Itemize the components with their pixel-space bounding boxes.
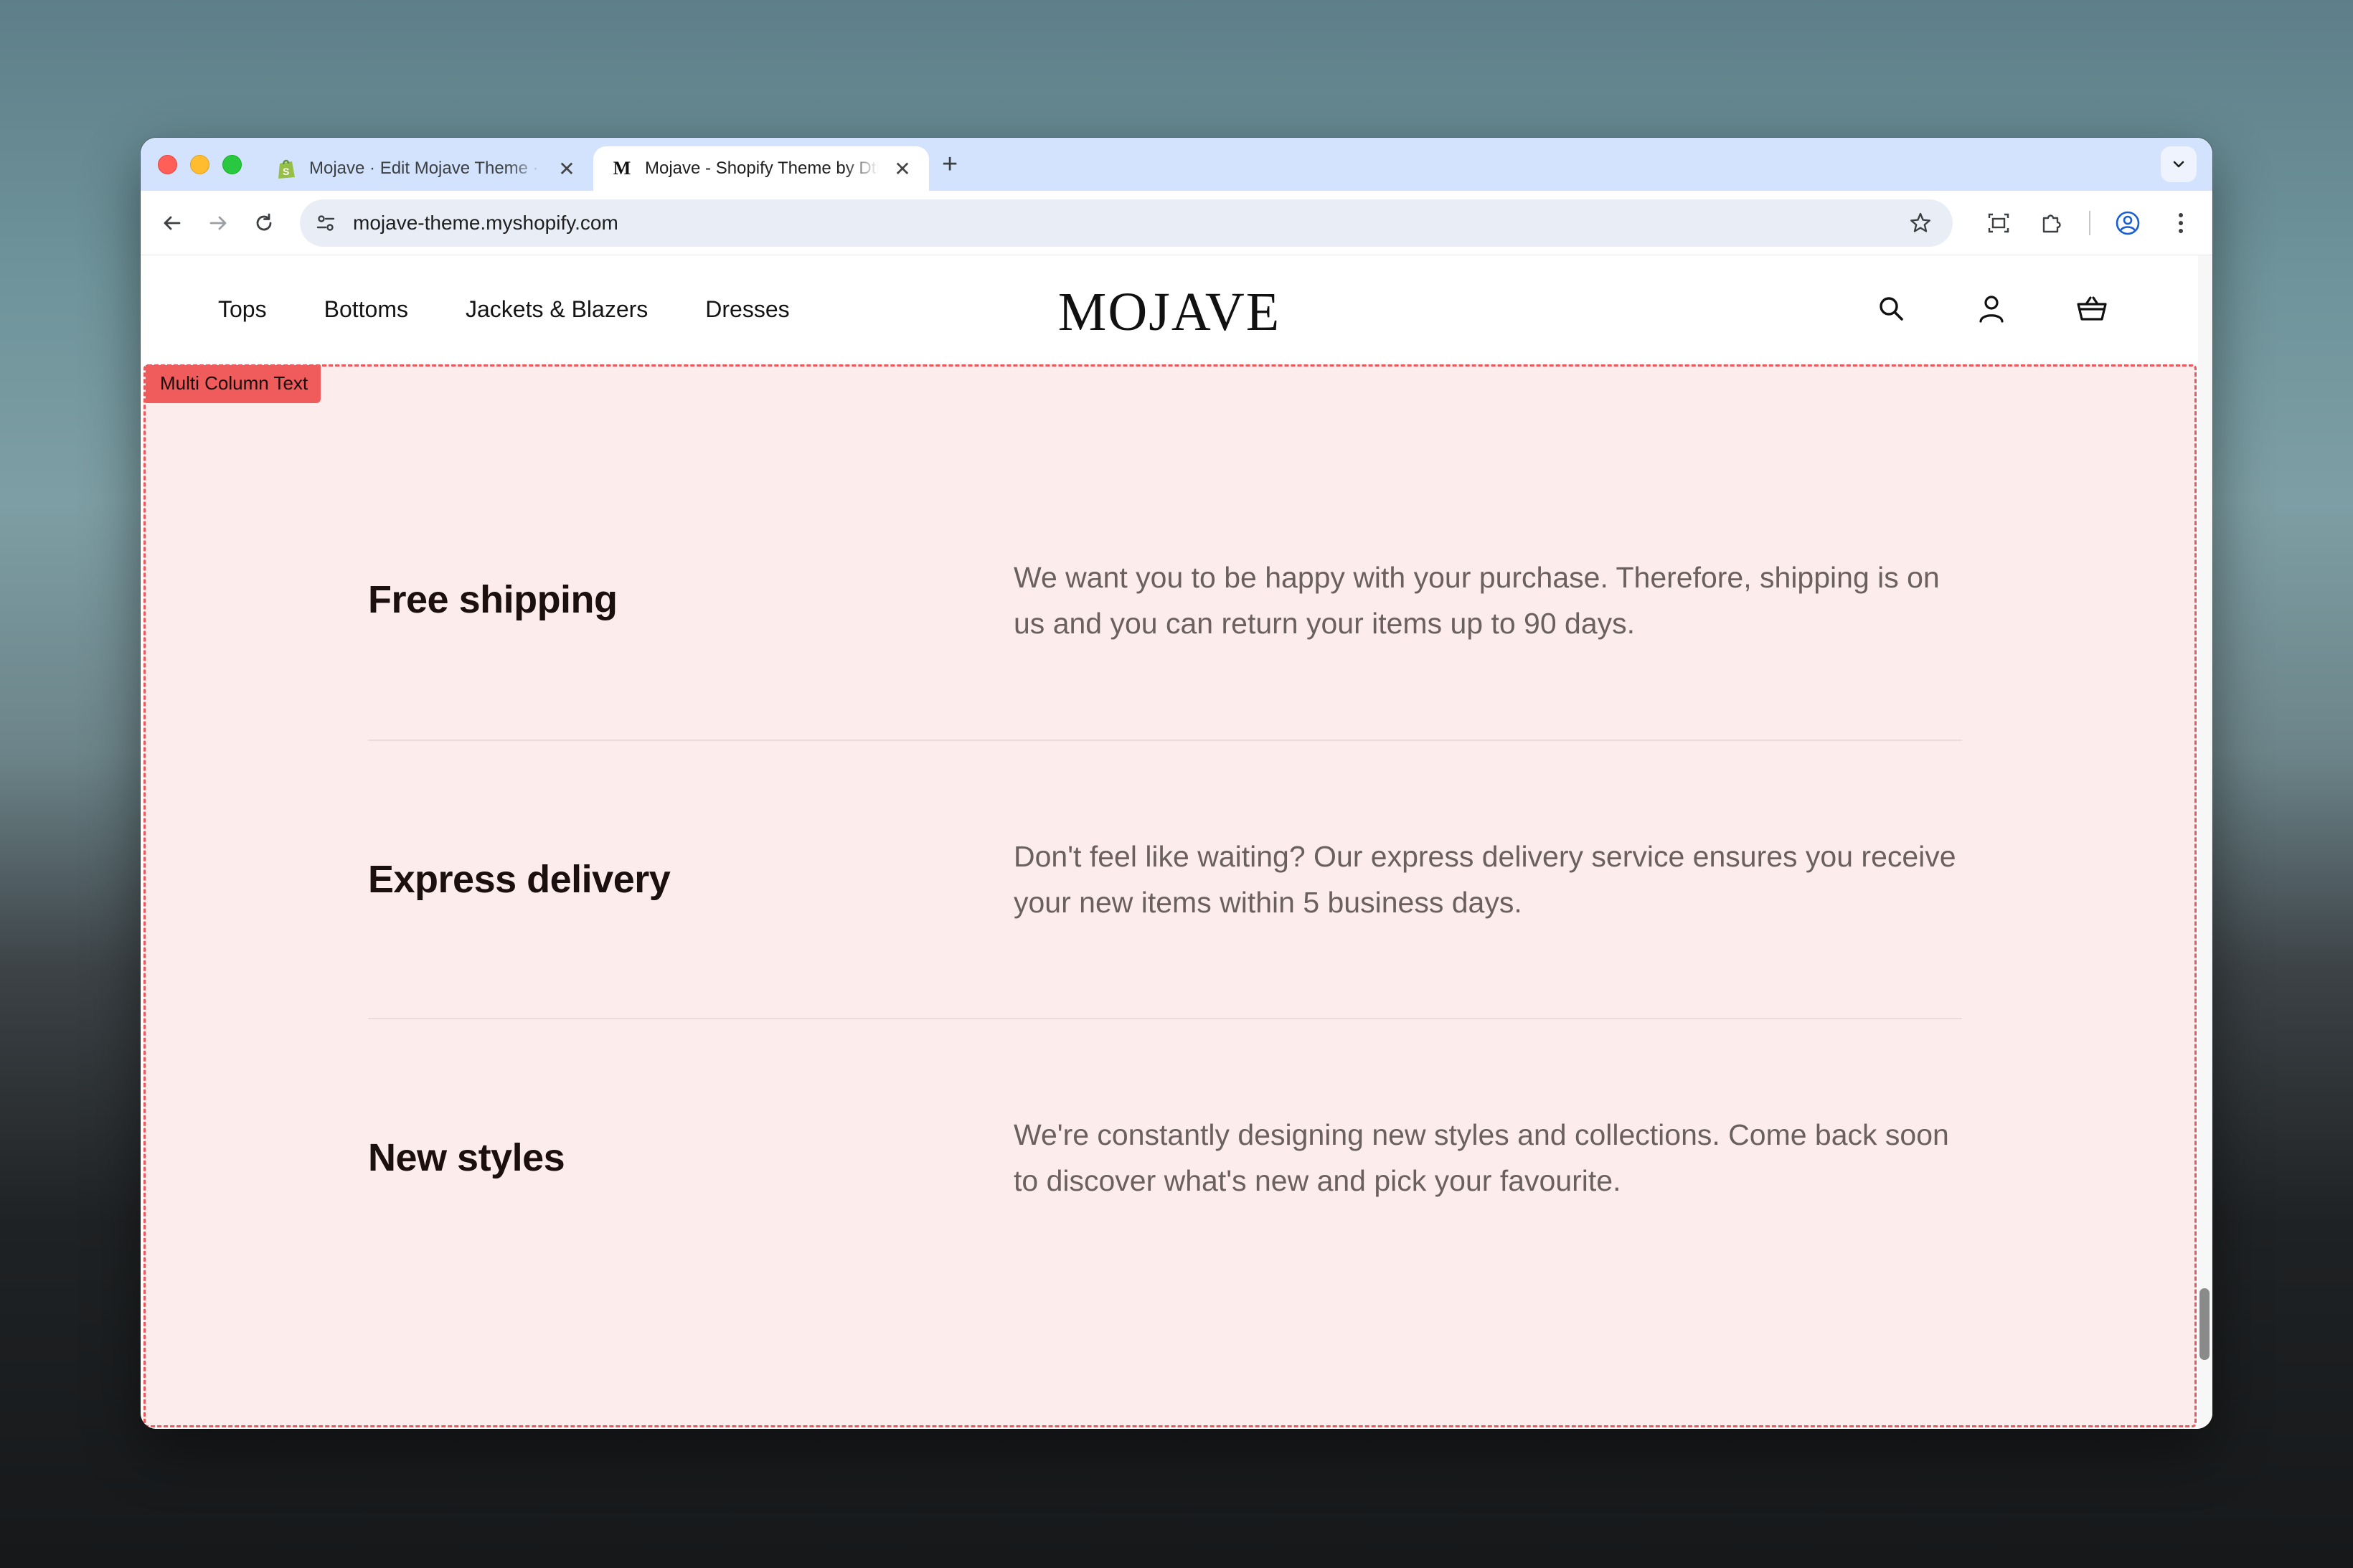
tab-storefront[interactable]: M Mojave - Shopify Theme by Dtheme ✕: [593, 146, 929, 191]
tab-title: Mojave · Edit Mojave Theme · Shopify: [309, 159, 543, 178]
feature-text: We're constantly designing new styles an…: [1014, 1118, 1949, 1197]
tab-editor[interactable]: S Mojave · Edit Mojave Theme · Shopify ✕: [258, 146, 593, 191]
chevron-down-icon: [2173, 161, 2184, 168]
account-icon: [1979, 296, 2004, 323]
account-button[interactable]: [1971, 288, 2012, 329]
window-controls: [158, 154, 242, 174]
back-button[interactable]: [149, 200, 195, 246]
new-tab-icon[interactable]: +: [942, 149, 958, 180]
scrollbar-thumb[interactable]: [2199, 1288, 2210, 1360]
browser-menu-button[interactable]: [2158, 200, 2204, 246]
feature-rows: Free shipping We want you to be happy wi…: [368, 532, 1962, 1296]
bookmark-star-icon[interactable]: [1908, 211, 1933, 235]
feature-title: Free shipping: [368, 578, 618, 621]
feature-row: Free shipping We want you to be happy wi…: [368, 532, 1962, 740]
screen-capture-button[interactable]: [1976, 200, 2022, 246]
tab-search-button[interactable]: [2161, 146, 2197, 182]
scroll-track[interactable]: [2198, 255, 2212, 1429]
nav-link-dresses[interactable]: Dresses: [705, 296, 789, 323]
close-window-button[interactable]: [158, 154, 177, 174]
tab-strip: S Mojave · Edit Mojave Theme · Shopify ✕…: [141, 138, 2212, 191]
search-icon: [1880, 297, 1903, 321]
close-tab-icon[interactable]: ✕: [556, 157, 577, 181]
toolbar-divider: [2089, 210, 2090, 235]
extensions-button[interactable]: [2029, 200, 2075, 246]
feature-text: We want you to be happy with your purcha…: [1014, 561, 1940, 640]
svg-text:S: S: [283, 166, 289, 177]
nav-link-tops[interactable]: Tops: [218, 296, 267, 323]
close-tab-icon[interactable]: ✕: [892, 157, 913, 181]
minimize-window-button[interactable]: [190, 154, 209, 174]
url-text: mojave-theme.myshopify.com: [353, 211, 618, 234]
profile-button[interactable]: [2105, 200, 2151, 246]
forward-button[interactable]: [195, 200, 241, 246]
browser-window: S Mojave · Edit Mojave Theme · Shopify ✕…: [141, 138, 2212, 1429]
maximize-window-button[interactable]: [222, 154, 242, 174]
toolbar-actions: [1967, 200, 2204, 246]
address-bar[interactable]: mojave-theme.myshopify.com: [300, 199, 1953, 247]
browser-toolbar: mojave-theme.myshopify.com: [141, 191, 2212, 255]
more-vertical-icon: [2179, 212, 2183, 233]
nav-link-jackets-blazers[interactable]: Jackets & Blazers: [466, 296, 648, 323]
reload-button[interactable]: [241, 200, 287, 246]
main-nav: Tops Bottoms Jackets & Blazers Dresses: [218, 296, 790, 323]
tab-title: Mojave - Shopify Theme by Dtheme: [645, 159, 879, 178]
multi-column-text-section[interactable]: Multi Column Text Free shipping We want …: [143, 364, 2197, 1427]
screenshot-icon: [1988, 213, 2009, 232]
header-icons: [1871, 288, 2112, 329]
reload-icon: [256, 213, 272, 230]
section-label-badge[interactable]: Multi Column Text: [146, 365, 321, 403]
cart-icon: [2077, 296, 2107, 321]
search-button[interactable]: [1871, 288, 1911, 329]
page-viewport: Tops Bottoms Jackets & Blazers Dresses M…: [141, 255, 2212, 1429]
mojave-m-icon: M: [613, 158, 631, 179]
arrow-left-icon: [164, 216, 181, 230]
puzzle-icon: [2042, 214, 2061, 232]
arrow-right-icon: [209, 216, 227, 230]
shopify-icon: S: [276, 158, 296, 179]
site-settings-icon[interactable]: [314, 212, 337, 235]
nav-link-bottoms[interactable]: Bottoms: [324, 296, 408, 323]
cart-button[interactable]: [2072, 288, 2112, 329]
feature-row: New styles We're constantly designing ne…: [368, 1018, 1962, 1296]
profile-icon: [2116, 211, 2140, 235]
feature-text: Don't feel like waiting? Our express del…: [1014, 840, 1956, 919]
feature-row: Express delivery Don't feel like waiting…: [368, 740, 1962, 1018]
site-header: Tops Bottoms Jackets & Blazers Dresses M…: [141, 255, 2198, 363]
feature-title: New styles: [368, 1136, 565, 1179]
feature-title: Express delivery: [368, 858, 671, 901]
site-logo[interactable]: MOJAVE: [1058, 281, 1281, 344]
